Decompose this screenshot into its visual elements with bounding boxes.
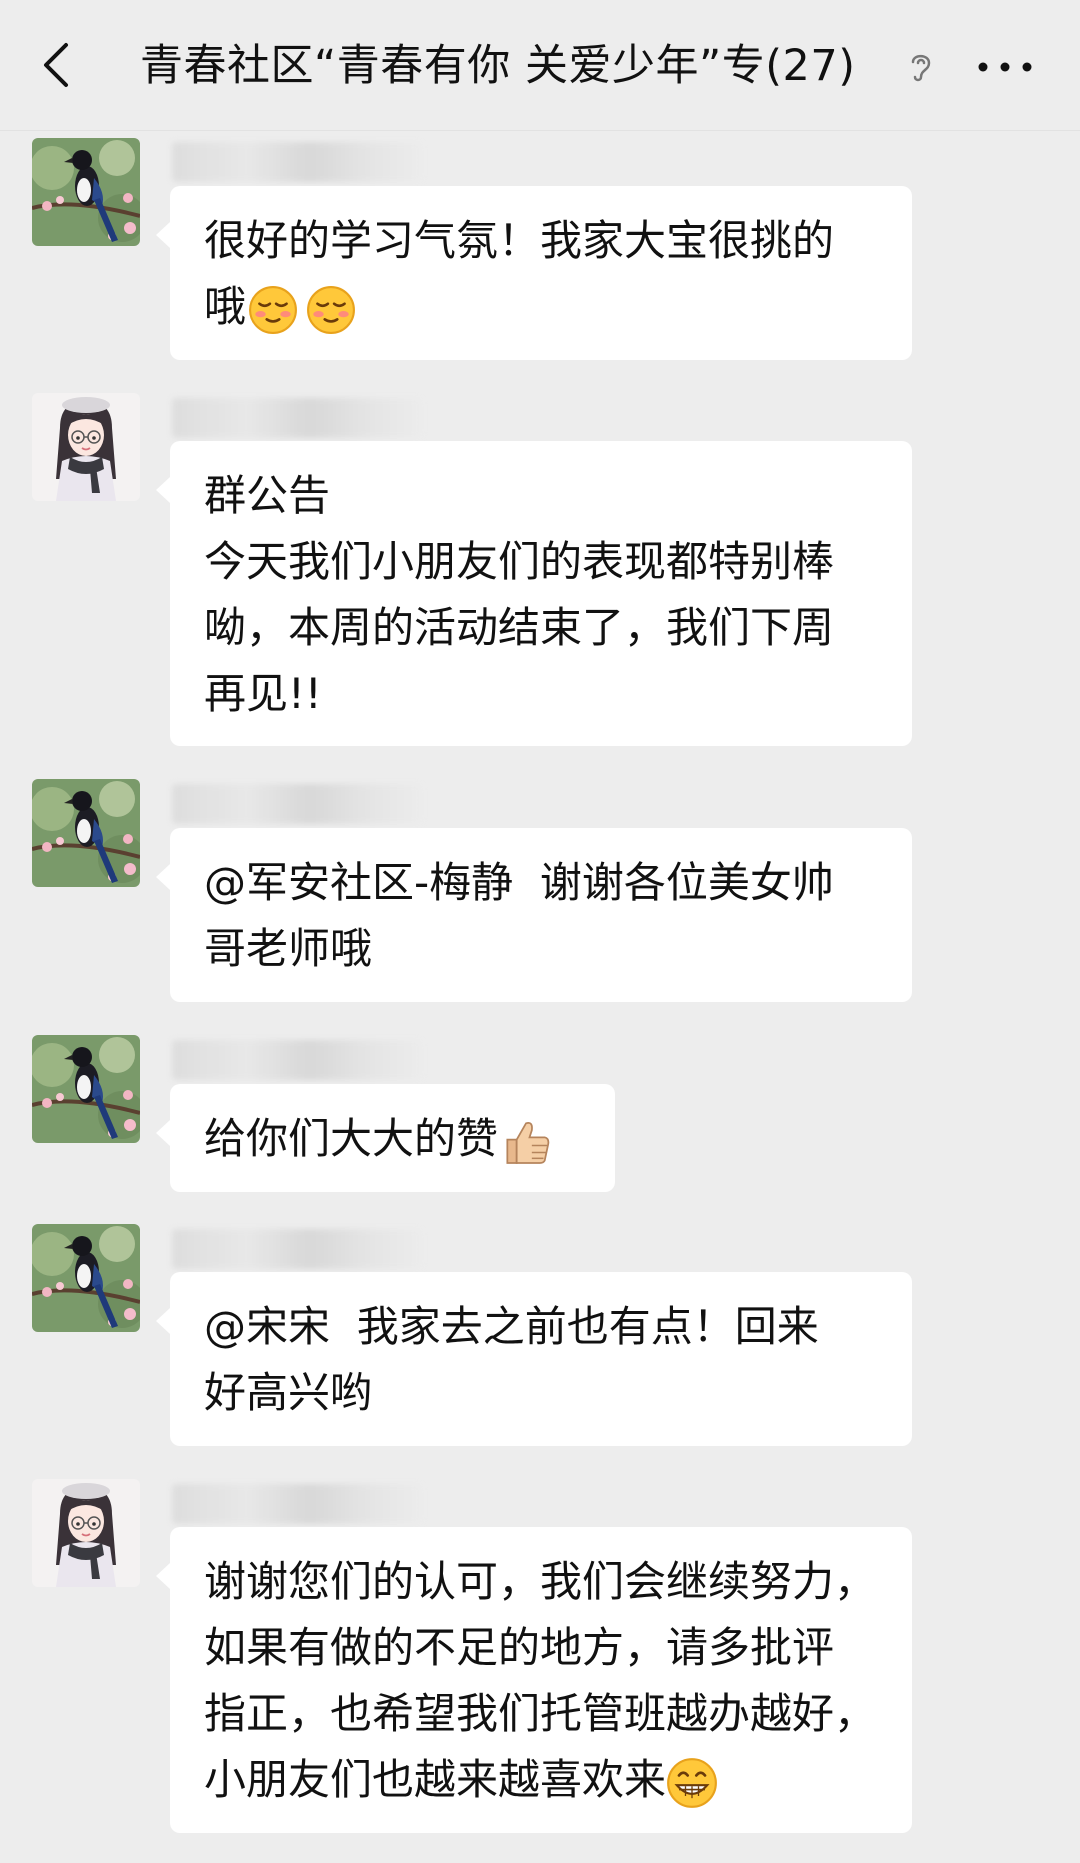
sender-name-blurred [172,142,422,182]
message-text: 指正，也希望我们托管班越办越好， [204,1689,877,1738]
blush-emoji-icon [248,285,298,335]
message-text: @宋宋 我家去之前也有点！回来 [204,1302,819,1351]
girl-avatar[interactable] [32,1479,140,1587]
ear-icon [911,54,931,82]
girl-avatar[interactable] [32,393,140,501]
message-text: 今天我们小朋友们的表现都特别棒 [204,537,835,586]
sender-name-blurred [172,1484,422,1524]
magpie-avatar[interactable] [32,1035,140,1143]
message-text: 如果有做的不足的地方，请多批评 [204,1623,835,1672]
message-bubble[interactable]: @军安社区-梅静 谢谢各位美女帅 哥老师哦 [156,828,912,1002]
message-text: 哥老师哦 [204,924,373,973]
blush-emoji-icon [306,285,356,335]
message-text: 再见!! [204,669,322,718]
announcement-heading: 群公告 [204,471,331,520]
sender-name-blurred [172,398,422,438]
group-announcement-bubble[interactable]: 群公告 今天我们小朋友们的表现都特别棒 呦，本周的活动结束了，我们下周 再见!! [156,441,912,746]
grin-emoji-icon [666,1757,718,1809]
chat-header: 青春社区“青春有你 关爱少年”专(27) [0,0,1080,131]
message-bubble[interactable]: @宋宋 我家去之前也有点！回来 好高兴哟 [156,1272,912,1446]
message-bubble[interactable]: 谢谢您们的认可，我们会继续努力， 如果有做的不足的地方，请多批评 指正，也希望我… [156,1527,912,1833]
more-options-icon[interactable] [975,55,1035,79]
sender-name-blurred [172,1040,422,1080]
message-text: @军安社区-梅静 谢谢各位美女帅 [204,858,834,907]
sender-name-blurred [172,1229,422,1269]
message-text: 小朋友们也越来越喜欢来 [204,1755,667,1804]
magpie-avatar[interactable] [32,1224,140,1332]
message-text: 哦 [204,282,247,331]
magpie-avatar[interactable] [32,138,140,246]
chat-title: 青春社区“青春有你 关爱少年”专(27) [140,41,856,91]
thumbs-up-emoji-icon [498,1114,554,1170]
message-text: 给你们大大的赞 [204,1114,499,1163]
message-text: 谢谢您们的认可，我们会继续努力， [204,1557,877,1606]
message-bubble[interactable]: 给你们大大的赞 [156,1084,615,1192]
message-bubble[interactable]: 很好的学习气氛！我家大宝很挑的 哦 [156,186,912,360]
back-arrow-icon[interactable] [30,35,90,95]
message-text: 呦，本周的活动结束了，我们下周 [204,603,835,652]
magpie-avatar[interactable] [32,779,140,887]
message-text: 好高兴哟 [204,1368,373,1417]
message-text: 很好的学习气氛！我家大宝很挑的 [204,216,835,265]
sender-name-blurred [172,784,422,824]
